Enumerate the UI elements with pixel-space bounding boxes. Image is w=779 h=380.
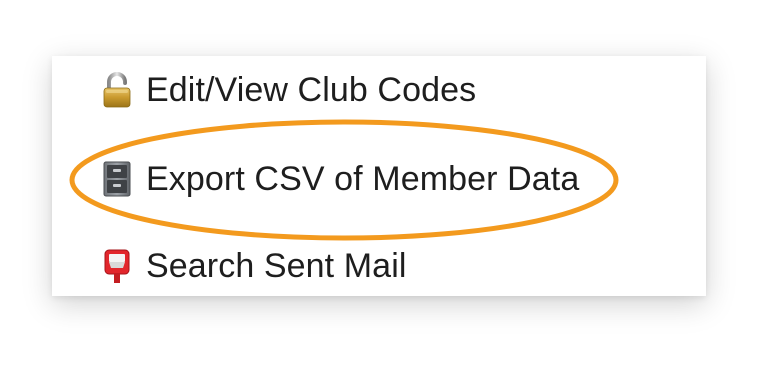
padlock-icon — [100, 71, 134, 109]
menu-item-edit-view-club-codes[interactable]: Edit/View Club Codes — [100, 68, 476, 112]
menu-item-label: Search Sent Mail — [146, 246, 407, 285]
postbox-icon — [100, 247, 134, 285]
menu-item-search-sent-mail[interactable]: Search Sent Mail — [100, 244, 407, 288]
menu-panel: Edit/View Club Codes Export CSV of Membe… — [52, 56, 706, 296]
menu-item-label: Export CSV of Member Data — [146, 159, 580, 198]
menu-item-label: Edit/View Club Codes — [146, 70, 477, 109]
file-cabinet-icon — [100, 160, 134, 198]
menu-item-export-csv[interactable]: Export CSV of Member Data — [100, 157, 579, 201]
